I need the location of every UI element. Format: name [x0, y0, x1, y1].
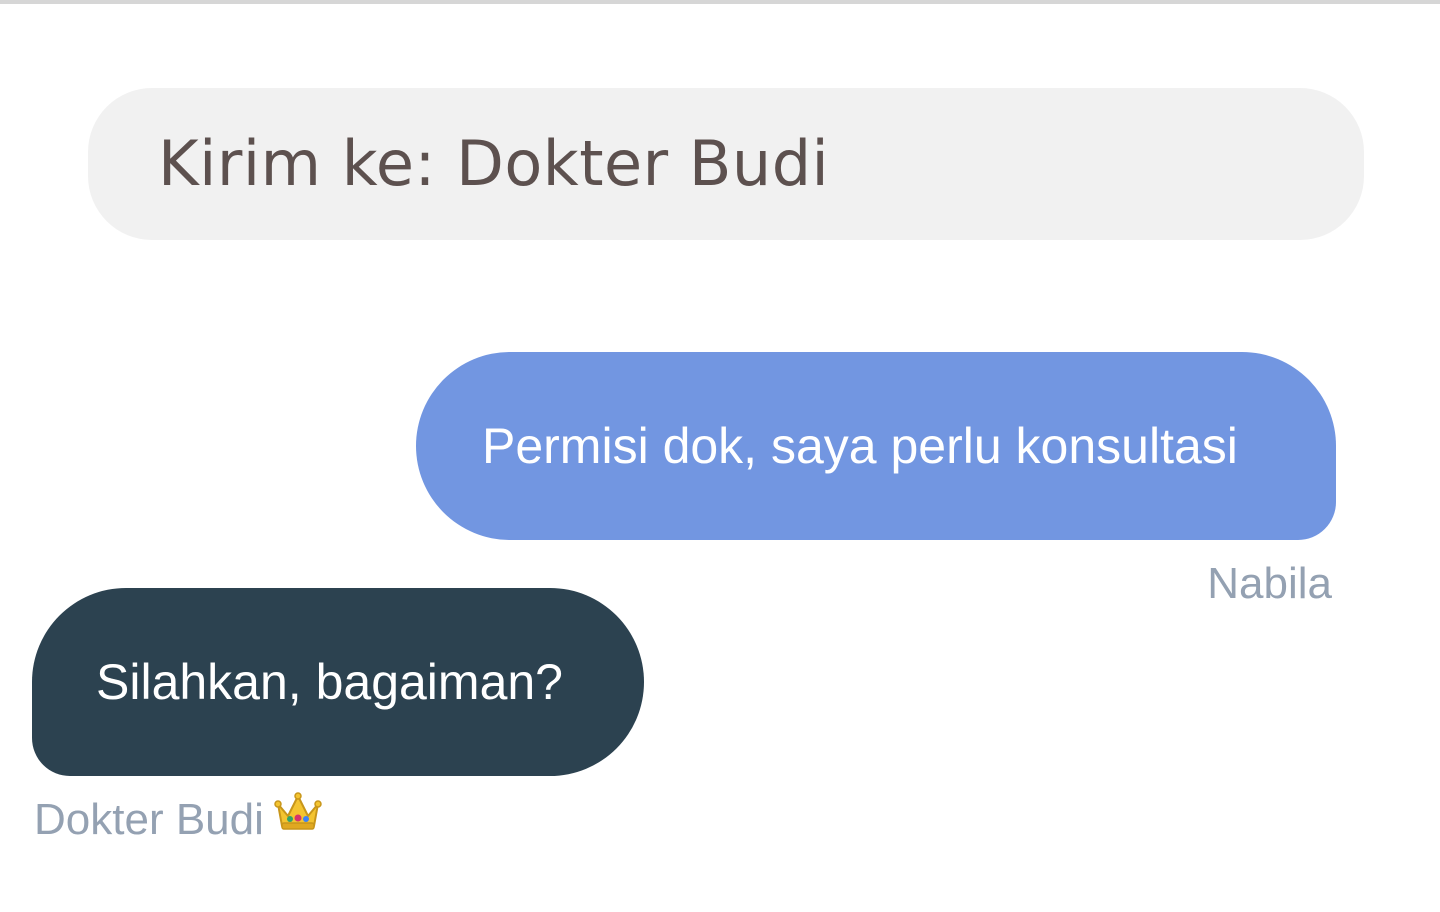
- incoming-sender: Dokter Budi: [34, 792, 322, 848]
- incoming-sender-name: Dokter Budi: [34, 795, 264, 844]
- incoming-message-bubble[interactable]: Silahkan, bagaiman?: [32, 588, 644, 776]
- outgoing-message-text: Permisi dok, saya perlu konsultasi: [482, 418, 1238, 474]
- crown-icon: [274, 792, 322, 844]
- outgoing-message-bubble[interactable]: Permisi dok, saya perlu konsultasi: [416, 352, 1336, 540]
- outgoing-sender-name: Nabila: [1207, 559, 1332, 608]
- recipient-bar[interactable]: Kirim ke: Dokter Budi: [88, 88, 1364, 240]
- top-divider: [0, 0, 1440, 4]
- recipient-label: Kirim ke: Dokter Budi: [158, 127, 830, 200]
- incoming-message-text: Silahkan, bagaiman?: [96, 654, 563, 710]
